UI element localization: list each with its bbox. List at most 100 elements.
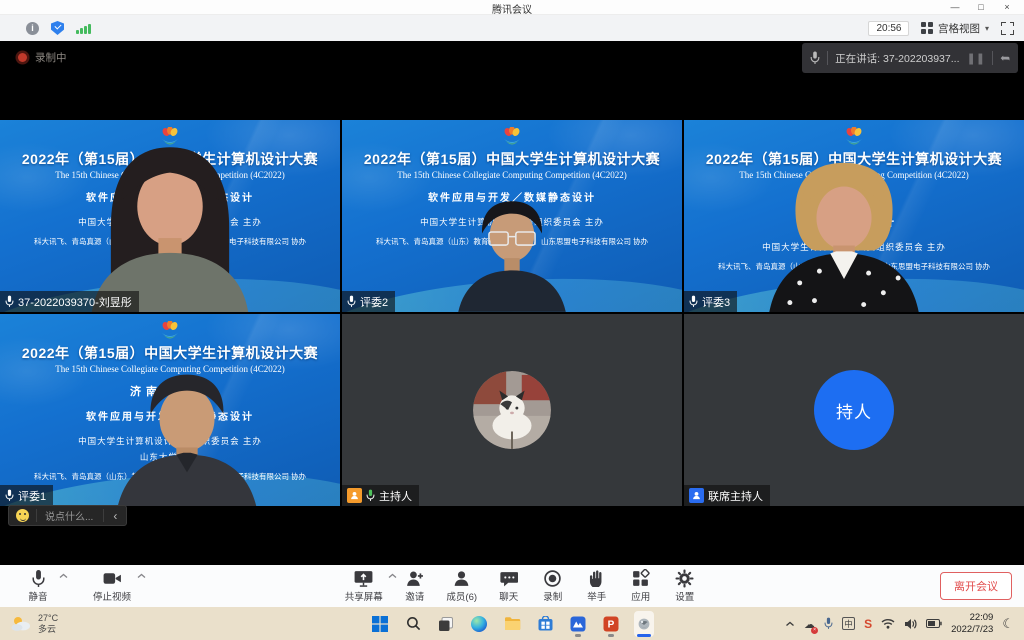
svg-text:P: P	[608, 619, 615, 630]
meeting-info-icon[interactable]: i	[26, 22, 39, 35]
chevron-up-icon[interactable]	[59, 573, 68, 579]
stop-video-button[interactable]: 停止视频	[82, 569, 142, 603]
meeting-stage: 录制中 正在讲话: 37-202203937... ❚❚ ➦	[0, 41, 1024, 565]
gear-icon	[675, 569, 694, 588]
record-icon	[543, 569, 562, 588]
microsoft-store-icon[interactable]	[535, 611, 555, 637]
cat-avatar	[473, 371, 551, 449]
recording-indicator: 录制中	[18, 50, 67, 65]
invite-person-icon	[405, 569, 424, 588]
video-tile-judge1[interactable]: 2022年（第15届）中国大学生计算机设计大赛 The 15th Chinese…	[0, 314, 340, 506]
system-tray: ☁ × 中 S	[785, 612, 1014, 636]
participant-name-tag: 评委2	[342, 291, 395, 312]
night-mode-moon-icon[interactable]: ☾	[1002, 616, 1014, 632]
powerpoint-icon[interactable]: P	[601, 611, 621, 637]
mic-icon	[689, 295, 698, 308]
taskbar-clock[interactable]: 22:09 2022/7/23	[951, 612, 993, 636]
video-grid: 2022年（第15届）中国大学生计算机设计大赛 The 15th Chinese…	[0, 120, 1024, 506]
participant-name-tag: 评委1	[0, 485, 53, 506]
search-icon[interactable]	[403, 611, 423, 637]
recording-dot-icon	[18, 53, 27, 62]
windows-start-icon[interactable]	[370, 611, 390, 637]
restore-button[interactable]: □	[968, 0, 994, 14]
participant-silhouette	[745, 155, 942, 312]
record-button[interactable]: 录制	[531, 569, 575, 603]
members-button[interactable]: 成员(6)	[437, 569, 487, 603]
battery-icon[interactable]	[926, 619, 942, 628]
invite-button[interactable]: 邀请	[393, 569, 437, 603]
mic-icon	[5, 489, 14, 502]
competition-logo-icon	[499, 127, 525, 147]
window-titlebar: 腾讯会议 — □ ×	[0, 0, 1024, 15]
meeting-docs-app-icon[interactable]	[568, 611, 588, 637]
windows-taskbar: 27°C 多云	[0, 607, 1024, 640]
active-speaker-indicator: 正在讲话: 37-202203937... ❚❚ ➦	[802, 43, 1018, 73]
tray-chevron-icon[interactable]	[785, 621, 795, 627]
file-explorer-icon[interactable]	[502, 611, 522, 637]
mic-icon	[31, 569, 46, 588]
chevron-down-icon: ▾	[985, 24, 989, 33]
settings-button[interactable]: 设置	[663, 569, 707, 603]
clap-icon[interactable]: ❚❚	[967, 52, 985, 65]
initials-avatar: 持人	[814, 370, 894, 450]
weather-temp: 27°C	[38, 613, 58, 624]
tencent-meeting-window: 腾讯会议 — □ × i 20:56 宫格视图 ▾ 录制中	[0, 0, 1024, 640]
network-signal-icon	[76, 23, 91, 34]
tray-mic-icon[interactable]	[824, 617, 833, 630]
edge-icon[interactable]	[469, 611, 489, 637]
participant-silhouette	[64, 143, 275, 312]
mute-button[interactable]: 静音	[12, 569, 64, 603]
host-badge-icon	[347, 488, 362, 503]
reply-arrow-icon[interactable]: ➦	[1000, 51, 1010, 65]
meeting-control-bar: 静音 停止视频 共享屏幕	[0, 565, 1024, 607]
mic-icon	[5, 295, 14, 308]
video-tile-host[interactable]: 主持人	[342, 314, 682, 506]
fullscreen-icon[interactable]	[1001, 22, 1014, 35]
participant-silhouette	[435, 189, 589, 312]
ime-language-icon[interactable]: 中	[842, 617, 855, 630]
video-tile-judge3[interactable]: 2022年（第15届）中国大学生计算机设计大赛 The 15th Chinese…	[684, 120, 1024, 312]
meeting-app-active-icon[interactable]	[634, 611, 654, 637]
close-button[interactable]: ×	[994, 0, 1020, 14]
security-shield-icon[interactable]	[51, 21, 64, 35]
video-tile-liuyutong[interactable]: 2022年（第15届）中国大学生计算机设计大赛 The 15th Chinese…	[0, 120, 340, 312]
camera-icon	[102, 569, 123, 588]
apps-button[interactable]: 应用	[619, 569, 663, 603]
participant-name-tag: 评委3	[684, 291, 737, 312]
taskbar-weather-widget[interactable]: 27°C 多云	[10, 613, 58, 635]
cloud-sync-error-icon[interactable]: ☁ ×	[804, 615, 815, 633]
video-tile-cohost[interactable]: 持人 联席主持人	[684, 314, 1024, 506]
speaker-icon[interactable]	[904, 618, 917, 630]
cohost-badge-icon	[689, 488, 704, 503]
weather-condition: 多云	[38, 624, 58, 635]
window-title: 腾讯会议	[0, 1, 1024, 16]
collapse-chat-icon[interactable]: ‹	[104, 509, 126, 523]
chevron-up-icon[interactable]	[137, 573, 146, 579]
competition-logo-icon	[157, 321, 183, 341]
meeting-timer: 20:56	[868, 21, 909, 36]
task-view-icon[interactable]	[436, 611, 456, 637]
meeting-toolbar: i 20:56 宫格视图 ▾	[0, 15, 1024, 41]
mic-icon	[810, 51, 820, 65]
participant-silhouette	[98, 364, 276, 506]
chat-input[interactable]: 说点什么...	[37, 508, 103, 523]
participant-name-tag: 联席主持人	[684, 485, 770, 506]
chat-bubble-icon	[499, 569, 518, 588]
video-tile-judge2[interactable]: 2022年（第15届）中国大学生计算机设计大赛 The 15th Chinese…	[342, 120, 682, 312]
taskbar-center-icons: P	[370, 607, 654, 640]
share-screen-button[interactable]: 共享屏幕	[335, 569, 393, 603]
competition-logo-icon	[841, 127, 867, 147]
emoji-icon[interactable]	[16, 509, 29, 522]
chat-button[interactable]: 聊天	[487, 569, 531, 603]
wifi-icon[interactable]	[881, 618, 895, 629]
mic-active-icon	[366, 489, 375, 502]
grid-view-button[interactable]: 宫格视图 ▾	[921, 21, 989, 36]
sogou-s-icon[interactable]: S	[864, 617, 872, 631]
leave-meeting-button[interactable]: 离开会议	[940, 572, 1012, 600]
apps-grid-icon	[631, 569, 650, 588]
weather-sun-cloud-icon	[10, 615, 32, 632]
minimize-button[interactable]: —	[942, 0, 968, 14]
raise-hand-button[interactable]: 举手	[575, 569, 619, 603]
raise-hand-icon	[588, 569, 605, 588]
mic-icon	[347, 295, 356, 308]
